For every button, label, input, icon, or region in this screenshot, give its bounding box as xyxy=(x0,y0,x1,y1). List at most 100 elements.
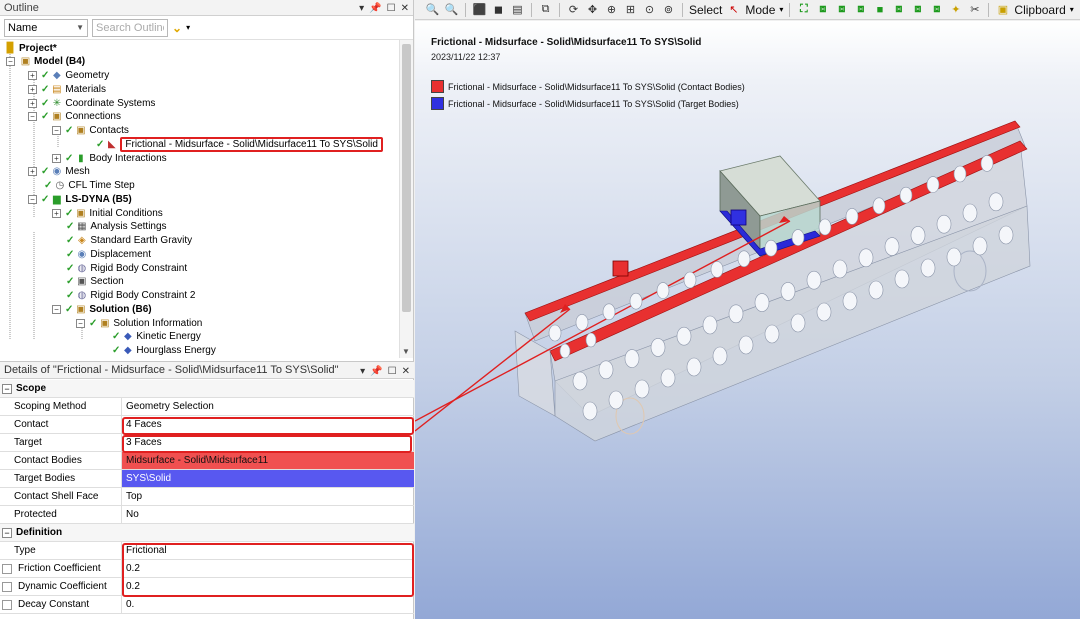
collapse-icon[interactable]: − xyxy=(2,383,12,394)
select-edge-icon[interactable]: ⧈ xyxy=(815,2,830,17)
target-marker[interactable] xyxy=(730,209,747,226)
3d-viewport[interactable]: Frictional - Midsurface - Solid\Midsurfa… xyxy=(415,21,1080,619)
collapse-icon[interactable]: − xyxy=(6,57,15,67)
zoom-fit-icon[interactable]: ⊙ xyxy=(642,2,657,17)
mode-dropdown[interactable]: Mode xyxy=(745,3,775,17)
tree-item[interactable]: − ✓ ▣ Solution Information xyxy=(76,316,202,330)
tree-item[interactable]: + ✓ ✳ Coordinate Systems xyxy=(28,96,155,110)
tree-item[interactable]: ✓ ◣ Frictional - Midsurface - Solid\Midsur… xyxy=(96,136,383,152)
tree-item[interactable]: ✓ ◈ Standard Earth Gravity xyxy=(66,234,192,248)
prop-row-contact-bodies[interactable]: Contact Bodies Midsurface - Solid\Midsur… xyxy=(0,452,414,470)
prop-row-protected[interactable]: Protected No xyxy=(0,506,414,524)
pin-icon[interactable]: 📌 xyxy=(369,3,381,14)
name-filter-dropdown[interactable]: Name ▼ xyxy=(4,18,88,37)
tree-item[interactable]: − ✓ ▣ Solution (B6) xyxy=(52,302,152,316)
prop-row-type[interactable]: Type Frictional xyxy=(0,542,414,560)
expand-icon[interactable]: + xyxy=(28,98,37,108)
zoom-icon[interactable]: ⊕ xyxy=(604,2,619,17)
tree-item[interactable]: ✓ ◆ Kinetic Energy xyxy=(112,330,201,344)
prop-value[interactable]: 0.2 xyxy=(122,560,414,577)
tree-item[interactable]: ✓ ▦ Analysis Settings xyxy=(66,220,167,234)
tree-item[interactable]: + ✓ ▤ Materials xyxy=(28,82,106,96)
search-outline-input[interactable] xyxy=(92,18,168,37)
prop-row-dynamic-coefficient[interactable]: Dynamic Coefficient 0.2 xyxy=(0,578,414,596)
parameter-checkbox[interactable] xyxy=(2,599,12,610)
tree-item[interactable]: − ✓ ▣ Connections xyxy=(28,110,121,124)
tree-item[interactable]: + ✓ ◉ Mesh xyxy=(28,165,90,179)
collapse-icon[interactable]: − xyxy=(2,527,12,538)
tree-item[interactable]: ✓ ◍ Rigid Body Constraint 2 xyxy=(66,289,195,303)
tree-item[interactable]: − ▣ Model (B4) xyxy=(6,55,85,69)
select-all-icon[interactable]: ✦ xyxy=(948,2,963,17)
pin-icon[interactable]: 📌 xyxy=(370,366,382,377)
clipboard-dropdown[interactable]: Clipboard xyxy=(1014,3,1065,17)
expand-chevron-icon[interactable]: ⌄ xyxy=(172,21,182,35)
box-zoom-icon[interactable]: ⊞ xyxy=(623,2,638,17)
wireframe-icon[interactable]: ▤ xyxy=(510,2,525,17)
scroll-down-icon[interactable]: ▼ xyxy=(402,347,410,356)
magnifier-icon[interactable]: ⊚ xyxy=(661,2,676,17)
collapse-icon[interactable]: − xyxy=(28,112,37,122)
chevron-down-icon[interactable]: ▾ xyxy=(779,5,783,14)
dropdown-icon[interactable]: ▾ xyxy=(360,366,365,377)
tree-item[interactable]: + ✓ ◆ Geometry xyxy=(28,69,109,83)
tree-item[interactable]: ▉ Project* xyxy=(4,41,57,55)
tree-scrollbar[interactable]: ▼ xyxy=(399,40,413,358)
prop-value[interactable]: 4 Faces xyxy=(122,416,414,433)
contact-marker[interactable] xyxy=(612,260,629,277)
select-node-icon[interactable]: ⧈ xyxy=(891,2,906,17)
maximize-icon[interactable]: ☐ xyxy=(387,3,396,14)
more-dropdown-icon[interactable]: ▾ xyxy=(186,23,190,32)
close-icon[interactable]: ✕ xyxy=(401,3,409,14)
zoom-out-icon[interactable]: 🔍 xyxy=(444,2,459,17)
tree-item[interactable]: ✓ ◍ Rigid Body Constraint xyxy=(66,261,187,275)
tree-item[interactable]: − ✓ ▆ LS-DYNA (B5) xyxy=(28,192,132,206)
prop-value[interactable]: 3 Faces xyxy=(122,434,414,451)
tree-item[interactable]: − ✓ ▣ Contacts xyxy=(52,124,129,138)
collapse-icon[interactable]: − xyxy=(52,126,61,135)
select-element-icon[interactable]: ■ xyxy=(872,2,887,17)
select-vertex-icon[interactable]: ⛶ xyxy=(796,2,811,17)
section-definition[interactable]: − Definition xyxy=(0,524,414,542)
prop-row-scoping-method[interactable]: Scoping Method Geometry Selection xyxy=(0,398,414,416)
prop-row-target[interactable]: Target 3 Faces xyxy=(0,434,414,452)
view-cube-icon[interactable]: ⬛ xyxy=(472,2,487,17)
prop-value[interactable]: Top xyxy=(122,488,414,505)
expand-icon[interactable]: + xyxy=(52,208,61,218)
collapse-icon[interactable]: − xyxy=(28,194,37,204)
expand-icon[interactable]: + xyxy=(28,71,37,80)
parameter-checkbox[interactable] xyxy=(2,581,12,592)
shaded-icon[interactable]: ◼ xyxy=(491,2,506,17)
tree-item[interactable]: + ✓ ▣ Initial Conditions xyxy=(52,206,163,220)
tree-item[interactable]: ✓ ◆ Hourglass Energy xyxy=(112,344,216,358)
pan-icon[interactable]: ✥ xyxy=(585,2,600,17)
select-body-icon[interactable]: ⧈ xyxy=(853,2,868,17)
section-scope[interactable]: − Scope xyxy=(0,380,414,398)
tree-item[interactable]: ✓ ◷ CFL Time Step xyxy=(44,179,135,193)
prop-row-target-bodies[interactable]: Target Bodies SYS\Solid xyxy=(0,470,414,488)
parameter-checkbox[interactable] xyxy=(2,563,12,574)
copy-view-icon[interactable]: ⧉ xyxy=(538,2,553,17)
cursor-icon[interactable]: ↖ xyxy=(726,2,741,17)
collapse-icon[interactable]: − xyxy=(76,318,85,328)
scrollbar-thumb[interactable] xyxy=(402,44,411,312)
prop-value[interactable]: 0. xyxy=(122,596,414,613)
collapse-icon[interactable]: − xyxy=(52,304,61,314)
tree-item[interactable]: ✓ ▣ Section xyxy=(66,275,124,289)
prop-value[interactable]: Frictional xyxy=(122,542,414,559)
dropdown-icon[interactable]: ▾ xyxy=(359,3,364,14)
prop-value[interactable]: 0.2 xyxy=(122,578,414,595)
prop-row-contact-shell-face[interactable]: Contact Shell Face Top xyxy=(0,488,414,506)
prop-row-friction-coefficient[interactable]: Friction Coefficient 0.2 xyxy=(0,560,414,578)
select-face-icon[interactable]: ⧈ xyxy=(834,2,849,17)
maximize-icon[interactable]: ☐ xyxy=(388,366,397,377)
expand-icon[interactable]: + xyxy=(28,167,37,177)
chevron-down-icon[interactable]: ▾ xyxy=(1070,5,1074,14)
expand-icon[interactable]: + xyxy=(28,84,37,94)
expand-icon[interactable]: + xyxy=(52,153,61,163)
prop-value[interactable]: Geometry Selection xyxy=(122,398,414,415)
clipboard-icon[interactable]: ▣ xyxy=(995,2,1010,17)
rotate-icon[interactable]: ⟳ xyxy=(566,2,581,17)
prop-value[interactable]: No xyxy=(122,506,414,523)
extend-icon[interactable]: ✂ xyxy=(967,2,982,17)
